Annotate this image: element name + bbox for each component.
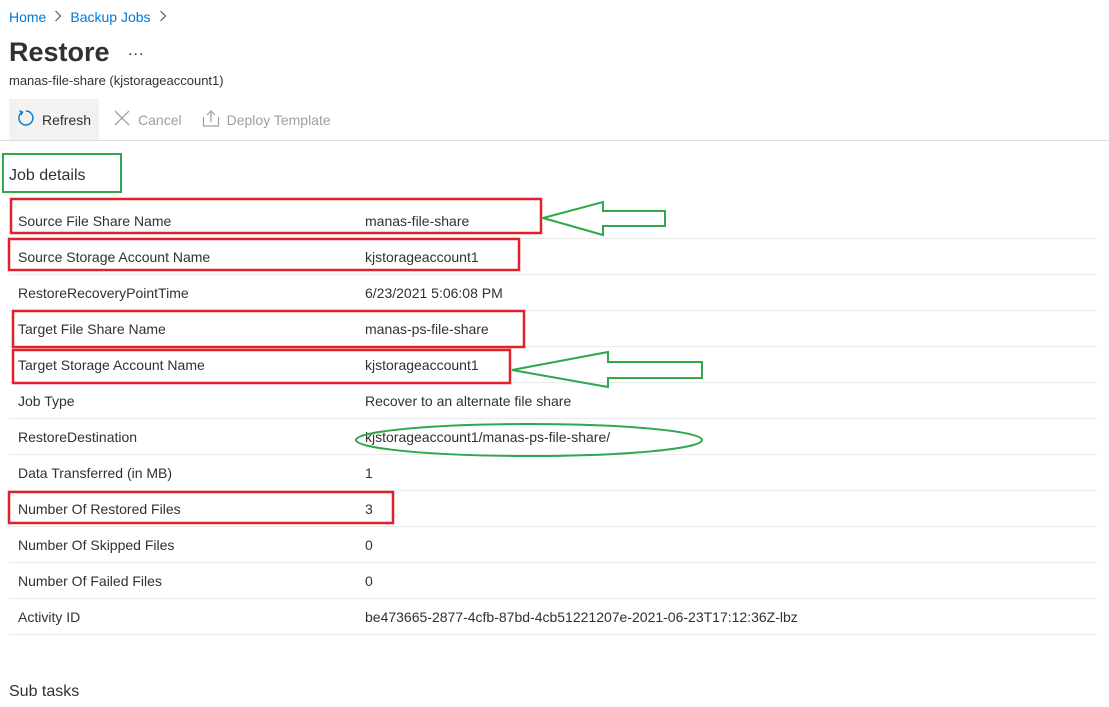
detail-value: 0 bbox=[365, 536, 373, 553]
detail-label: RestoreRecoveryPointTime bbox=[18, 284, 189, 301]
refresh-icon bbox=[17, 109, 35, 130]
sub-tasks-title: Sub tasks bbox=[9, 683, 80, 700]
breadcrumb: Home Backup Jobs bbox=[9, 9, 167, 25]
cancel-button[interactable]: Cancel bbox=[105, 99, 190, 140]
upload-icon bbox=[202, 109, 220, 130]
detail-row-restore-recovery-point-time: RestoreRecoveryPointTime 6/23/2021 5:06:… bbox=[9, 275, 1097, 311]
detail-value: 1 bbox=[365, 464, 373, 481]
job-details-title: Job details bbox=[9, 167, 86, 184]
detail-value: kjstorageaccount1 bbox=[365, 248, 479, 265]
command-bar: Refresh Cancel Deploy Template bbox=[9, 99, 339, 140]
detail-label: Target File Share Name bbox=[18, 320, 166, 337]
page-subtitle: manas-file-share (kjstorageaccount1) bbox=[9, 73, 224, 88]
detail-row-data-transferred: Data Transferred (in MB) 1 bbox=[9, 455, 1097, 491]
close-icon bbox=[113, 109, 131, 130]
detail-label: Number Of Failed Files bbox=[18, 572, 162, 589]
detail-row-number-of-failed-files: Number Of Failed Files 0 bbox=[9, 563, 1097, 599]
more-options-button[interactable]: ... bbox=[128, 42, 144, 60]
detail-label: Activity ID bbox=[18, 608, 81, 625]
breadcrumb-backup-jobs-link[interactable]: Backup Jobs bbox=[70, 9, 150, 25]
detail-value: be473665-2877-4cfb-87bd-4cb51221207e-202… bbox=[365, 608, 798, 625]
detail-row-number-of-skipped-files: Number Of Skipped Files 0 bbox=[9, 527, 1097, 563]
refresh-label: Refresh bbox=[42, 111, 92, 128]
detail-value: manas-ps-file-share bbox=[365, 320, 489, 337]
job-details-table: Source File Share Name manas-file-share … bbox=[9, 203, 1097, 635]
deploy-template-label: Deploy Template bbox=[226, 111, 331, 128]
toolbar-divider bbox=[0, 140, 1109, 141]
detail-label: Number Of Skipped Files bbox=[18, 536, 175, 553]
detail-row-number-of-restored-files: Number Of Restored Files 3 bbox=[9, 491, 1097, 527]
chevron-right-icon bbox=[159, 9, 167, 25]
detail-value: 3 bbox=[365, 500, 373, 517]
detail-row-restore-destination: RestoreDestination kjstorageaccount1/man… bbox=[9, 419, 1097, 455]
detail-label: Job Type bbox=[18, 392, 75, 409]
detail-label: Source Storage Account Name bbox=[18, 248, 211, 265]
chevron-right-icon bbox=[54, 9, 62, 25]
detail-row-activity-id: Activity ID be473665-2877-4cfb-87bd-4cb5… bbox=[9, 599, 1097, 635]
detail-label: RestoreDestination bbox=[18, 428, 138, 445]
detail-value: kjstorageaccount1 bbox=[365, 356, 479, 373]
detail-value: 6/23/2021 5:06:08 PM bbox=[365, 284, 503, 301]
detail-label: Data Transferred (in MB) bbox=[18, 464, 173, 481]
detail-value: manas-file-share bbox=[365, 212, 470, 229]
page-title: Restore bbox=[9, 37, 110, 67]
detail-label: Target Storage Account Name bbox=[18, 356, 205, 373]
detail-value: kjstorageaccount1/manas-ps-file-share/ bbox=[365, 428, 611, 445]
detail-label: Source File Share Name bbox=[18, 212, 172, 229]
detail-row-source-storage-account-name: Source Storage Account Name kjstorageacc… bbox=[9, 239, 1097, 275]
detail-row-source-file-share-name: Source File Share Name manas-file-share bbox=[9, 203, 1097, 239]
detail-value: 0 bbox=[365, 572, 373, 589]
deploy-template-button[interactable]: Deploy Template bbox=[194, 99, 339, 140]
breadcrumb-home-link[interactable]: Home bbox=[9, 9, 46, 25]
detail-row-job-type: Job Type Recover to an alternate file sh… bbox=[9, 383, 1097, 419]
detail-value: Recover to an alternate file share bbox=[365, 392, 572, 409]
refresh-button[interactable]: Refresh bbox=[9, 99, 100, 140]
detail-row-target-storage-account-name: Target Storage Account Name kjstorageacc… bbox=[9, 347, 1097, 383]
detail-label: Number Of Restored Files bbox=[18, 500, 181, 517]
detail-row-target-file-share-name: Target File Share Name manas-ps-file-sha… bbox=[9, 311, 1097, 347]
cancel-label: Cancel bbox=[138, 111, 182, 128]
